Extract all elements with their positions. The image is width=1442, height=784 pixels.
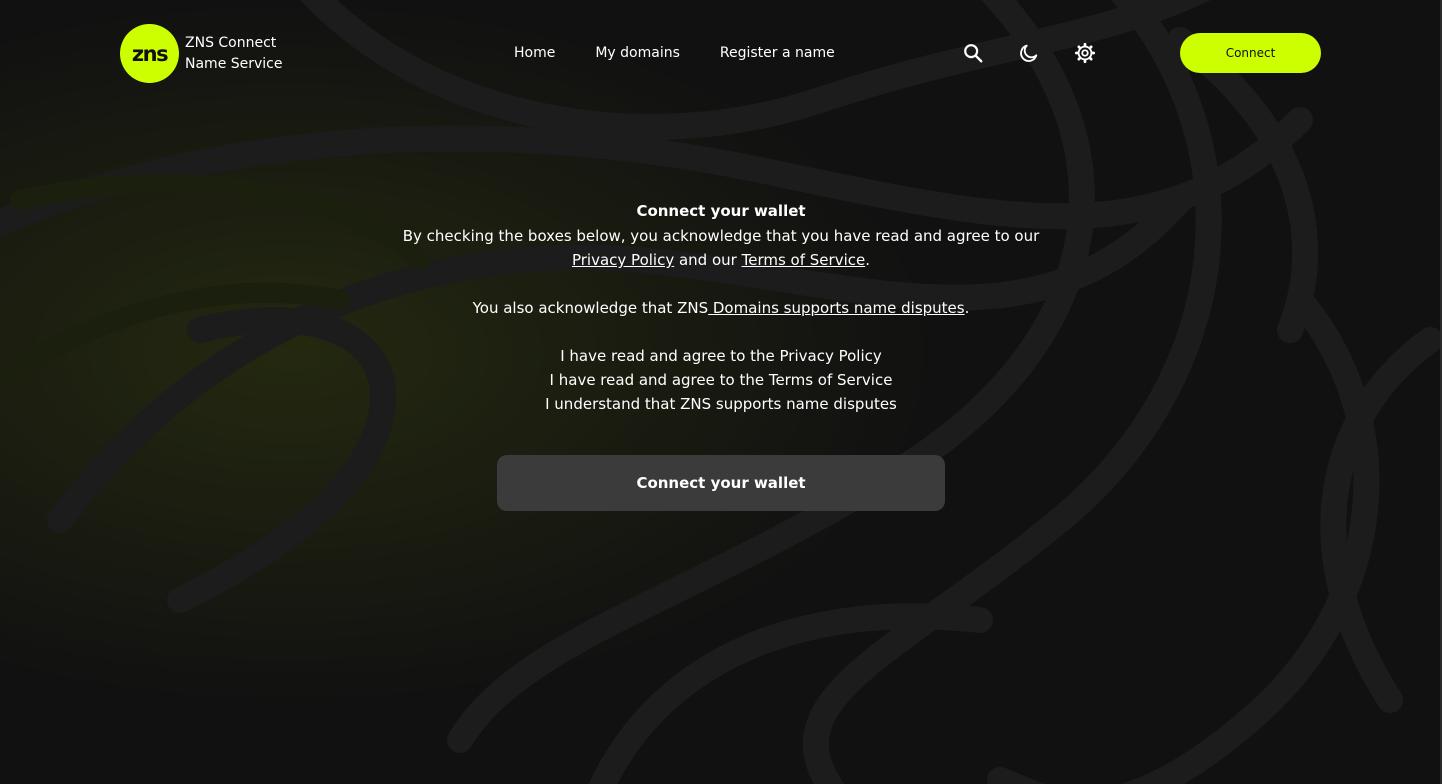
acknowledgement-text: By checking the boxes below, you acknowl…	[321, 224, 1121, 272]
main-nav: Home My domains Register a name	[514, 43, 835, 63]
logo-link[interactable]: zns ZNS Connect Name Service	[120, 24, 283, 83]
nav-register-a-name[interactable]: Register a name	[720, 43, 835, 63]
logo-line-1: ZNS Connect	[185, 34, 277, 51]
terms-of-service-link[interactable]: Terms of Service	[742, 251, 866, 269]
theme-toggle-button[interactable]	[1016, 40, 1042, 66]
settings-button[interactable]	[1072, 40, 1098, 66]
nav-home[interactable]: Home	[514, 43, 555, 63]
page-title: Connect your wallet	[636, 202, 806, 220]
name-disputes-link[interactable]: Domains supports name disputes	[708, 299, 965, 317]
connect-wallet-button[interactable]: Connect your wallet	[497, 455, 945, 511]
dispute-intro-text: You also acknowledge that ZNS	[472, 299, 709, 317]
privacy-policy-link[interactable]: Privacy Policy	[572, 251, 674, 269]
understand-name-disputes-checkbox[interactable]: I understand that ZNS supports name disp…	[0, 392, 1442, 416]
intro-mid-text: and our	[674, 251, 742, 269]
dispute-end-text: .	[964, 299, 970, 317]
page: zns ZNS Connect Name Service Home My dom…	[0, 0, 1442, 784]
nav-my-domains[interactable]: My domains	[595, 43, 680, 63]
logo-text: ZNS Connect Name Service	[185, 33, 283, 75]
logo-mark: zns	[120, 24, 179, 83]
agreement-checklist: I have read and agree to the Privacy Pol…	[0, 344, 1442, 416]
connect-button[interactable]: Connect	[1180, 33, 1321, 73]
header: zns ZNS Connect Name Service Home My dom…	[0, 0, 1442, 108]
search-button[interactable]	[960, 40, 986, 66]
dispute-text: You also acknowledge that ZNS Domains su…	[0, 296, 1442, 320]
agree-terms-of-service-checkbox[interactable]: I have read and agree to the Terms of Se…	[0, 368, 1442, 392]
moon-icon	[1020, 44, 1038, 62]
intro-text: By checking the boxes below, you acknowl…	[402, 227, 1040, 245]
agree-privacy-policy-checkbox[interactable]: I have read and agree to the Privacy Pol…	[0, 344, 1442, 368]
gear-icon	[1074, 42, 1096, 64]
main-content: Connect your wallet By checking the boxe…	[0, 0, 1442, 784]
search-icon	[964, 44, 983, 63]
logo-line-2: Name Service	[185, 55, 283, 72]
intro-end-text: .	[865, 251, 870, 269]
